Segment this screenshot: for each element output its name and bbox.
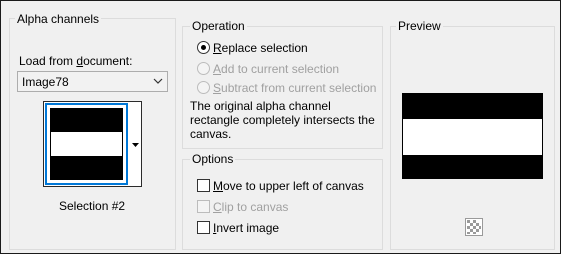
- thumbnail-dropdown-button[interactable]: [130, 103, 141, 185]
- operation-message-line-3: canvas.: [190, 127, 232, 141]
- subtract-accel: S: [213, 81, 222, 95]
- caret-down-icon: [132, 143, 139, 147]
- transparency-checker-icon[interactable]: [465, 218, 483, 236]
- selection-thumbnail[interactable]: [45, 103, 128, 185]
- replace-selection-label[interactable]: Replace selection: [213, 41, 308, 55]
- selection-thumbnail-image: [50, 108, 123, 180]
- clip-to-canvas-label[interactable]: Clip to canvas: [213, 200, 288, 214]
- move-text: ove to upper left of canvas: [223, 179, 364, 193]
- clip-to-canvas-checkbox[interactable]: [197, 200, 210, 213]
- selection-thumbnail-picker[interactable]: [43, 101, 142, 187]
- move-to-upper-left-checkbox[interactable]: [197, 179, 210, 192]
- load-from-text-end: ocument:: [83, 54, 133, 68]
- selection-caption: Selection #2: [59, 199, 126, 213]
- invert-text: nvert image: [216, 221, 280, 235]
- document-select[interactable]: Image78: [17, 71, 168, 92]
- add-to-selection-radio[interactable]: [197, 62, 210, 75]
- load-from-text: Load from: [19, 54, 77, 68]
- alpha-channels-title: Alpha channels: [15, 12, 102, 26]
- chevron-down-icon: [153, 78, 163, 84]
- operation-message-line-1: The original alpha channel: [190, 99, 331, 113]
- subtract-from-selection-radio[interactable]: [197, 81, 210, 94]
- load-from-document-label: Load from document:: [19, 54, 132, 68]
- clip-text: lip to canvas: [221, 200, 289, 214]
- subtract-text: ubtract from current selection: [221, 81, 377, 95]
- clip-accel: C: [213, 200, 222, 214]
- preview-image: [402, 93, 543, 179]
- add-text: dd to current selection: [221, 62, 340, 76]
- replace-accel: R: [213, 41, 222, 55]
- move-to-upper-left-label[interactable]: Move to upper left of canvas: [213, 179, 364, 193]
- replace-text: eplace selection: [221, 41, 308, 55]
- options-title: Options: [190, 152, 236, 166]
- operation-message-line-2: rectangle completely intersects the: [190, 113, 375, 127]
- add-to-selection-label[interactable]: Add to current selection: [213, 62, 339, 76]
- preview-title: Preview: [396, 19, 443, 33]
- subtract-from-selection-label[interactable]: Subtract from current selection: [213, 81, 376, 95]
- document-select-value: Image78: [22, 75, 69, 89]
- add-accel: A: [213, 62, 222, 76]
- invert-image-label[interactable]: Invert image: [213, 221, 279, 235]
- move-accel: M: [213, 179, 223, 193]
- invert-image-checkbox[interactable]: [197, 221, 210, 234]
- alpha-channel-dialog: Alpha channels Load from document: Image…: [0, 0, 561, 254]
- operation-title: Operation: [190, 19, 247, 33]
- replace-selection-radio[interactable]: [197, 41, 210, 54]
